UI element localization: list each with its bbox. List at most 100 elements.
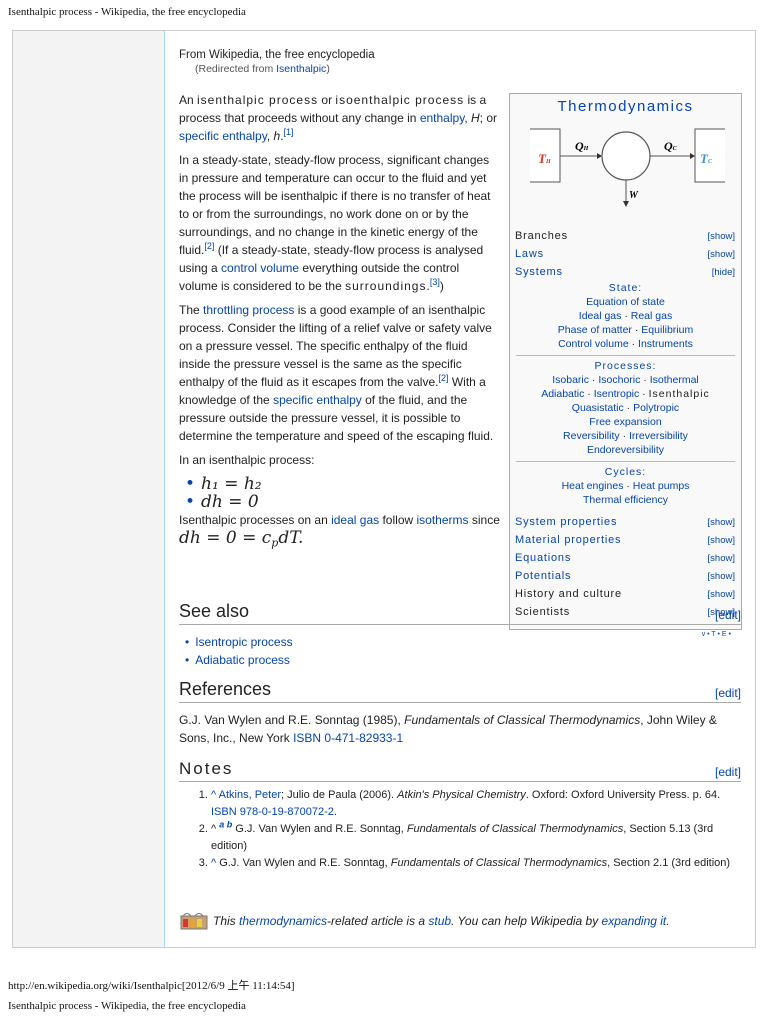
navbox-link[interactable]: Control volume bbox=[558, 338, 629, 350]
navbox-link[interactable]: Ideal gas bbox=[579, 310, 622, 322]
redirect-prefix: (Redirected from bbox=[195, 63, 277, 75]
thermodynamics-stub-icon bbox=[180, 913, 208, 930]
inline-link[interactable]: ^ bbox=[211, 789, 219, 801]
navbox-link[interactable]: Reversibility bbox=[563, 430, 620, 442]
edit-link[interactable]: [edit] bbox=[715, 765, 741, 779]
math-expression: dT. bbox=[278, 528, 304, 548]
toggle-button[interactable]: [show] bbox=[708, 571, 735, 582]
navbox-row-label[interactable]: System properties bbox=[515, 516, 617, 528]
references-title: References bbox=[179, 679, 272, 699]
navbox-link[interactable]: Adiabatic bbox=[541, 388, 584, 400]
inline-link[interactable]: ^ bbox=[211, 857, 219, 869]
inline-link[interactable]: control volume bbox=[221, 261, 299, 275]
inline-link[interactable]: thermodynamics bbox=[239, 914, 327, 928]
ideal-gas-paragraph: Isenthalpic processes on an ideal gas fo… bbox=[179, 511, 501, 552]
navbox-link[interactable]: Equation of state bbox=[586, 296, 665, 308]
navbox-link[interactable]: Thermal efficiency bbox=[583, 494, 668, 506]
infobox-title[interactable]: Thermodynamics bbox=[510, 98, 741, 115]
navbox-link[interactable]: Polytropic bbox=[633, 402, 679, 414]
group-heading[interactable]: Cycles: bbox=[510, 465, 741, 479]
group-line: Quasistatic · Polytropic bbox=[510, 401, 741, 415]
backref-links[interactable]: a b bbox=[219, 819, 232, 829]
citation-link[interactable]: [2] bbox=[204, 241, 214, 251]
separator-dot: · bbox=[623, 480, 633, 492]
text: G.J. Van Wylen and R.E. Sonntag (1985), bbox=[179, 713, 405, 727]
see-also-link[interactable]: Adiabatic process bbox=[195, 653, 290, 667]
navbox-row-label[interactable]: Systems bbox=[515, 266, 563, 278]
citation-link[interactable]: [3] bbox=[430, 277, 440, 287]
toggle-button[interactable]: [show] bbox=[708, 231, 735, 242]
navbox-row-label[interactable]: Material properties bbox=[515, 534, 621, 546]
italic-text: Atkin's Physical Chemistry bbox=[397, 789, 526, 801]
toggle-button[interactable]: [show] bbox=[708, 517, 735, 528]
paragraph: An isenthalpic process or isoenthalpic p… bbox=[179, 91, 501, 145]
redirect-suffix: ) bbox=[326, 63, 330, 75]
navbox-link[interactable]: Irreversibility bbox=[629, 430, 688, 442]
sidebar bbox=[13, 31, 165, 947]
navbox-row-label[interactable]: Potentials bbox=[515, 570, 571, 582]
inline-link[interactable]: specific enthalpy bbox=[179, 129, 267, 143]
navbox-link[interactable]: Quasistatic bbox=[572, 402, 624, 414]
navbox-row: Potentials [show] bbox=[510, 567, 741, 585]
group-line: Adiabatic · Isentropic · Isenthalpic bbox=[510, 387, 741, 401]
emphasized-term: surroundings bbox=[345, 279, 427, 293]
separator-dot: · bbox=[589, 374, 599, 386]
separator-dot: · bbox=[621, 310, 631, 322]
toggle-button[interactable]: [hide] bbox=[712, 267, 735, 278]
navbox-link[interactable]: Endoreversibility bbox=[587, 444, 664, 456]
inline-link[interactable]: enthalpy bbox=[420, 111, 464, 125]
text: . You can help Wikipedia by bbox=[451, 914, 602, 928]
navbox-row-label[interactable]: Equations bbox=[515, 552, 571, 564]
inline-link[interactable]: ISBN 0-471-82933-1 bbox=[293, 731, 403, 745]
text: ) bbox=[439, 279, 444, 293]
navbox-link[interactable]: Isothermal bbox=[650, 374, 699, 386]
toggle-button[interactable]: [show] bbox=[708, 589, 735, 600]
redirect-link[interactable]: Isenthalpic bbox=[276, 63, 326, 75]
navbox-vte-links[interactable]: v • T • E • bbox=[510, 631, 741, 638]
group-heading[interactable]: State: bbox=[510, 281, 741, 295]
separator-dot: · bbox=[628, 338, 639, 350]
navbox-link[interactable]: Instruments bbox=[638, 338, 693, 350]
inline-link[interactable]: isotherms bbox=[417, 513, 469, 527]
toggle-button[interactable]: [show] bbox=[708, 535, 735, 546]
navbox-row: Branches [show] bbox=[510, 227, 741, 245]
inline-link[interactable]: ISBN 978-0-19-870072-2 bbox=[211, 806, 334, 818]
navbox-link[interactable]: Free expansion bbox=[589, 416, 661, 428]
toggle-button[interactable]: [show] bbox=[708, 249, 735, 260]
navbox-row-label[interactable]: Laws bbox=[515, 248, 544, 260]
navbox-link[interactable]: Isobaric bbox=[552, 374, 589, 386]
inline-link[interactable]: throttling process bbox=[203, 303, 294, 317]
inline-link[interactable]: ideal gas bbox=[331, 513, 379, 527]
navbox-row: Equations [show] bbox=[510, 549, 741, 567]
inline-link[interactable]: expanding it bbox=[602, 914, 667, 928]
text: . bbox=[333, 805, 337, 818]
navbox-link[interactable]: Real gas bbox=[631, 310, 672, 322]
text: -related article is a bbox=[327, 914, 429, 928]
paragraph: In a steady-state, steady-flow process, … bbox=[179, 151, 501, 295]
navbox-link[interactable]: Equilibrium bbox=[641, 324, 693, 336]
navbox-link[interactable]: Heat engines bbox=[562, 480, 624, 492]
inline-link[interactable]: specific enthalpy bbox=[273, 393, 362, 407]
separator-dot: · bbox=[623, 402, 634, 414]
group-heading[interactable]: Processes: bbox=[510, 359, 741, 373]
current-page-item: Isenthalpic bbox=[648, 388, 710, 400]
text: ^ bbox=[211, 823, 220, 835]
navbox-link[interactable]: Phase of matter bbox=[558, 324, 632, 336]
inline-link[interactable]: Atkins, Peter bbox=[219, 789, 281, 801]
edit-link[interactable]: [edit] bbox=[715, 686, 741, 700]
equation-list: h₁ = h₂ dh = 0 bbox=[185, 475, 501, 511]
inline-link[interactable]: stub bbox=[428, 914, 451, 928]
navbox-link[interactable]: Isentropic bbox=[594, 388, 640, 400]
see-also-link[interactable]: Isentropic process bbox=[195, 635, 292, 649]
italic-text: Fundamentals of Classical Thermodynamics bbox=[404, 713, 641, 727]
separator-dot: · bbox=[619, 430, 629, 442]
navbox-link[interactable]: Heat pumps bbox=[633, 480, 690, 492]
print-header: Isenthalpic process - Wikipedia, the fre… bbox=[8, 6, 246, 18]
separator-dot: · bbox=[640, 374, 650, 386]
text: ; Julio de Paula (2006). bbox=[280, 789, 398, 801]
navbox-link[interactable]: Isochoric bbox=[598, 374, 640, 386]
toggle-button[interactable]: [show] bbox=[708, 553, 735, 564]
edit-link[interactable]: [edit] bbox=[715, 608, 741, 622]
citation-link[interactable]: [2] bbox=[438, 373, 448, 383]
citation-link[interactable]: [1] bbox=[284, 127, 294, 137]
